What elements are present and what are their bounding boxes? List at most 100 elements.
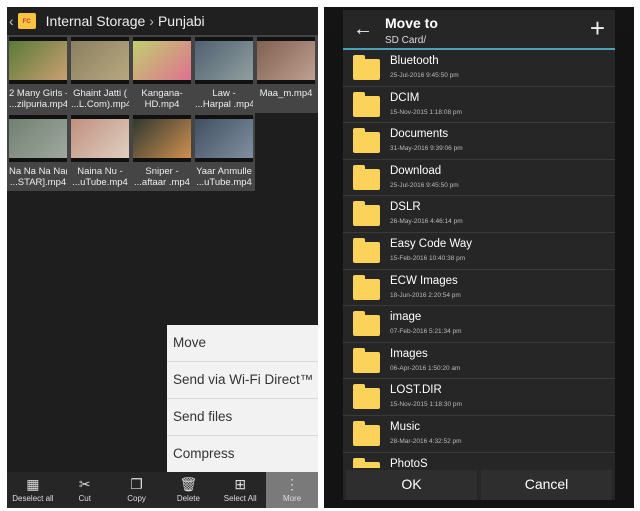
dialog-header: ← Move to SD Card/ +: [343, 10, 615, 50]
folder-date: 18-Jun-2016 2:20:54 pm: [390, 291, 461, 299]
folder-date: 31-May-2016 9:39:06 pm: [390, 145, 463, 153]
file-grid: 2 Many Girls - ...zilpuria.mp4 Ghaint Jatt…: [7, 35, 318, 191]
toolbar-more-button[interactable]: ⋮ More: [266, 472, 318, 508]
toolbar-select-all-button[interactable]: ⊞ Select All: [214, 472, 266, 508]
folder-icon: [353, 457, 380, 468]
file-name: Yaar Anmulle ...uTube.mp4: [196, 166, 252, 188]
folder-icon: [353, 420, 380, 446]
video-thumbnail: [195, 37, 253, 84]
select-all-icon: ⊞: [234, 476, 247, 492]
cancel-button[interactable]: Cancel: [481, 470, 612, 500]
folder-row[interactable]: Documents 31-May-2016 9:39:06 pm: [343, 123, 615, 160]
file-item[interactable]: Law - ...Harpal .mp4: [193, 35, 255, 113]
dialog-path: SD Card/: [385, 35, 427, 46]
video-thumbnail: [133, 37, 191, 84]
folder-icon: [353, 384, 380, 410]
folder-date: 15-Nov-2015 1:18:08 pm: [390, 108, 462, 116]
header: ‹ FC Internal Storage › Punjabi: [7, 7, 318, 34]
folder-row[interactable]: PhotoS: [343, 453, 615, 468]
folder-row[interactable]: DCIM 15-Nov-2015 1:18:08 pm: [343, 87, 615, 124]
folder-row[interactable]: LOST.DIR 15-Nov-2015 1:18:30 pm: [343, 379, 615, 416]
breadcrumb-separator: ›: [149, 12, 154, 29]
file-item[interactable]: Naina Nu - ...uTube.mp4: [69, 113, 131, 191]
toolbar-cut-button[interactable]: ✂ Cut: [59, 472, 111, 508]
folder-name: PhotoS: [390, 457, 428, 468]
folder-icon: [353, 55, 380, 80]
app-logo: FC: [17, 12, 36, 29]
folder-row[interactable]: ECW Images 18-Jun-2016 2:20:54 pm: [343, 270, 615, 307]
file-name: 2 Many Girls - ...zilpuria.mp4: [9, 88, 67, 110]
video-thumbnail: [9, 37, 67, 84]
file-manager-screen: ‹ FC Internal Storage › Punjabi 2 Many G…: [7, 7, 318, 508]
dialog-title: Move to: [385, 15, 438, 31]
folder-icon: [353, 164, 380, 190]
file-name: Sniper - ...aftaar .mp4: [134, 166, 190, 188]
video-thumbnail: [9, 115, 67, 162]
folder-name: Images: [390, 347, 428, 360]
folder-name: ECW Images: [390, 274, 458, 287]
toolbar-label: Copy: [127, 494, 146, 503]
folder-row[interactable]: DSLR 26-May-2016 4:46:14 pm: [343, 196, 615, 233]
cut-icon: ✂: [78, 476, 91, 492]
toolbar-label: Deselect all: [12, 494, 54, 503]
folder-date: 28-Mar-2016 4:32:52 pm: [390, 437, 462, 445]
folder-name: DSLR: [390, 201, 421, 214]
video-thumbnail: [71, 37, 129, 84]
folder-row[interactable]: Images 06-Apr-2016 1:50:20 am: [343, 343, 615, 380]
folder-name: Documents: [390, 128, 449, 141]
file-name: Kangana- HD.mp4: [141, 88, 183, 110]
folder-icon: [353, 201, 380, 227]
bottom-toolbar: ▦ Deselect all ✂ Cut ❐ Copy 🗑 Delete ⊞ Select All…: [7, 472, 318, 508]
toolbar-label: More: [282, 494, 302, 503]
back-arrow-icon[interactable]: ←: [353, 18, 373, 41]
toolbar-copy-button[interactable]: ❐ Copy: [111, 472, 163, 508]
back-icon[interactable]: ‹: [9, 13, 14, 29]
folder-icon: [353, 347, 380, 373]
folder-name: Easy Code Way: [390, 237, 473, 250]
toolbar-delete-button[interactable]: 🗑 Delete: [162, 472, 214, 508]
folder-name: Download: [390, 164, 442, 177]
folder-row[interactable]: image 07-Feb-2016 5:21:34 pm: [343, 306, 615, 343]
breadcrumb-folder[interactable]: Punjabi: [158, 13, 205, 29]
menu-item[interactable]: Move: [167, 325, 318, 362]
video-thumbnail: [195, 115, 253, 162]
more-menu: Move Send via Wi-Fi Direct™ Send files Comp…: [167, 325, 318, 473]
folder-name: image: [390, 311, 422, 324]
folder-date: 25-Jul-2016 9:45:50 pm: [390, 72, 459, 79]
toolbar-label: Delete: [176, 494, 200, 503]
file-item[interactable]: Yaar Anmulle ...uTube.mp4: [193, 113, 255, 191]
more-vertical-icon: ⋮: [285, 476, 300, 492]
folder-list[interactable]: Bluetooth 25-Jul-2016 9:45:50 pm DCIM 15-No…: [343, 50, 615, 468]
folder-icon: [353, 128, 380, 154]
folder-row[interactable]: Download 25-Jul-2016 9:45:50 pm: [343, 160, 615, 197]
breadcrumb-root[interactable]: Internal Storage: [46, 13, 146, 29]
ok-button[interactable]: OK: [346, 470, 477, 500]
folder-row[interactable]: Easy Code Way 15-Feb-2016 10:40:38 pm: [343, 233, 615, 270]
file-item[interactable]: Na Na Na Na(...STAR].mp4: [7, 113, 69, 191]
toolbar-deselect-all-button[interactable]: ▦ Deselect all: [7, 472, 59, 508]
move-to-dialog: ← Move to SD Card/ + Bluetooth 25-Jul-201…: [343, 10, 615, 500]
file-name: Na Na Na Na(...STAR].mp4: [9, 166, 67, 188]
folder-name: DCIM: [390, 91, 420, 104]
file-item[interactable]: Ghaint Jatti (...L.Com).mp4: [69, 35, 131, 113]
folder-date: 26-May-2016 4:46:14 pm: [390, 218, 463, 226]
menu-item[interactable]: Send via Wi-Fi Direct™: [167, 362, 318, 399]
move-dialog-screen: ← Move to SD Card/ + Bluetooth 25-Jul-201…: [324, 7, 634, 508]
folder-name: LOST.DIR: [390, 384, 442, 397]
new-folder-icon[interactable]: +: [590, 13, 605, 44]
folder-row[interactable]: Music 28-Mar-2016 4:32:52 pm: [343, 416, 615, 453]
folder-row[interactable]: Bluetooth 25-Jul-2016 9:45:50 pm: [343, 50, 615, 87]
folder-date: 15-Nov-2015 1:18:30 pm: [390, 401, 462, 409]
file-item[interactable]: Kangana- HD.mp4: [131, 35, 193, 113]
video-thumbnail: [133, 115, 191, 162]
copy-icon: ❐: [130, 476, 143, 492]
file-item[interactable]: Sniper - ...aftaar .mp4: [131, 113, 193, 191]
menu-item[interactable]: Compress: [167, 436, 318, 473]
folder-date: 06-Apr-2016 1:50:20 am: [390, 364, 461, 372]
file-name: Ghaint Jatti (...L.Com).mp4: [71, 88, 129, 110]
menu-item[interactable]: Send files: [167, 399, 318, 436]
folder-icon: [353, 311, 380, 337]
file-item[interactable]: 2 Many Girls - ...zilpuria.mp4: [7, 35, 69, 113]
file-name: Naina Nu - ...uTube.mp4: [72, 166, 128, 188]
file-item[interactable]: Maa_m.mp4: [255, 35, 317, 113]
